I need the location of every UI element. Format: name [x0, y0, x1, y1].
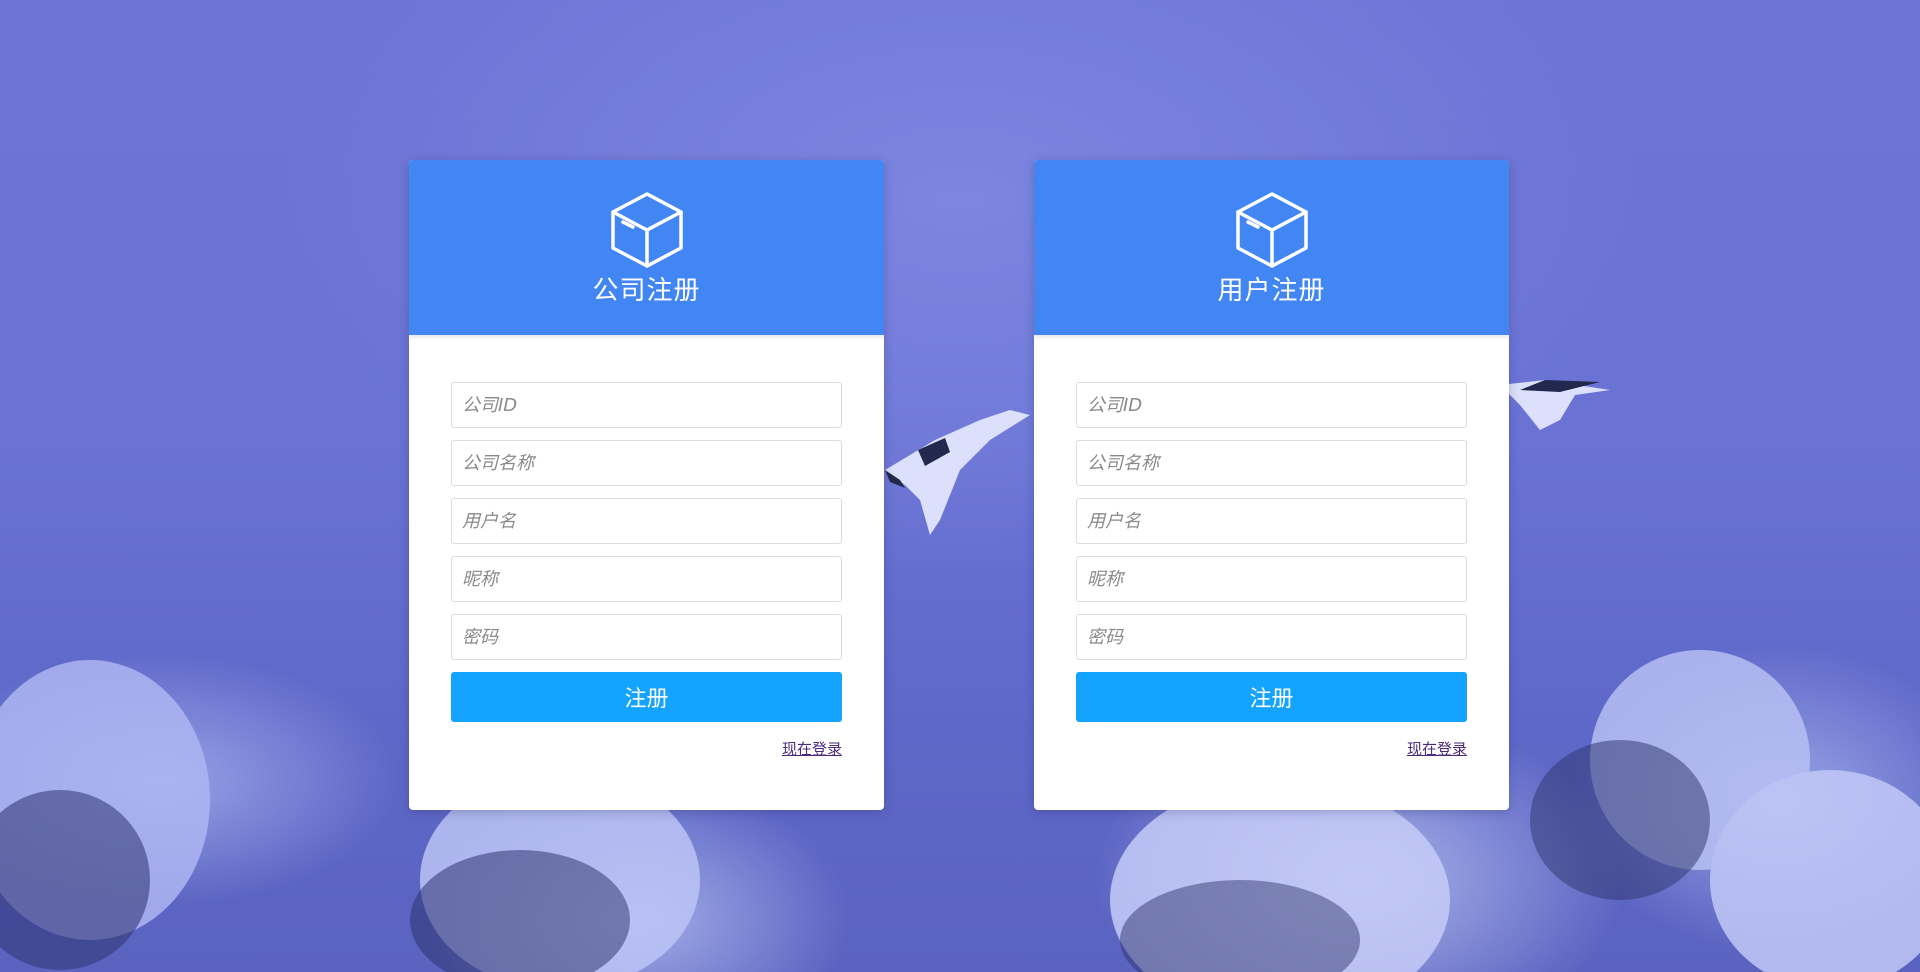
company-register-button[interactable]: 注册 — [451, 672, 842, 722]
snowy-trees — [0, 650, 1920, 972]
company-card-title: 公司注册 — [592, 276, 701, 306]
user-register-card: 用户注册 注册 现在登录 — [1034, 160, 1509, 810]
username-input[interactable] — [1076, 498, 1467, 544]
company-name-input[interactable] — [451, 440, 842, 486]
box-icon — [610, 192, 683, 268]
user-login-link[interactable]: 现在登录 — [1407, 740, 1467, 758]
company-id-input[interactable] — [451, 382, 842, 428]
nickname-input[interactable] — [451, 556, 842, 602]
box-icon — [1235, 192, 1308, 268]
company-form: 注册 现在登录 — [409, 335, 884, 759]
user-card-header: 用户注册 — [1034, 160, 1509, 335]
password-input[interactable] — [451, 614, 842, 660]
user-login-row: 现在登录 — [1076, 738, 1467, 759]
nickname-input[interactable] — [1076, 556, 1467, 602]
username-input[interactable] — [451, 498, 842, 544]
user-card-title: 用户注册 — [1217, 276, 1326, 306]
company-register-card: 公司注册 注册 现在登录 — [409, 160, 884, 810]
company-card-header: 公司注册 — [409, 160, 884, 335]
company-login-link[interactable]: 现在登录 — [782, 740, 842, 758]
user-form: 注册 现在登录 — [1034, 335, 1509, 759]
company-id-input[interactable] — [1076, 382, 1467, 428]
background-snow-scene — [0, 0, 1920, 972]
company-name-input[interactable] — [1076, 440, 1467, 486]
company-login-row: 现在登录 — [451, 738, 842, 759]
password-input[interactable] — [1076, 614, 1467, 660]
user-register-button[interactable]: 注册 — [1076, 672, 1467, 722]
